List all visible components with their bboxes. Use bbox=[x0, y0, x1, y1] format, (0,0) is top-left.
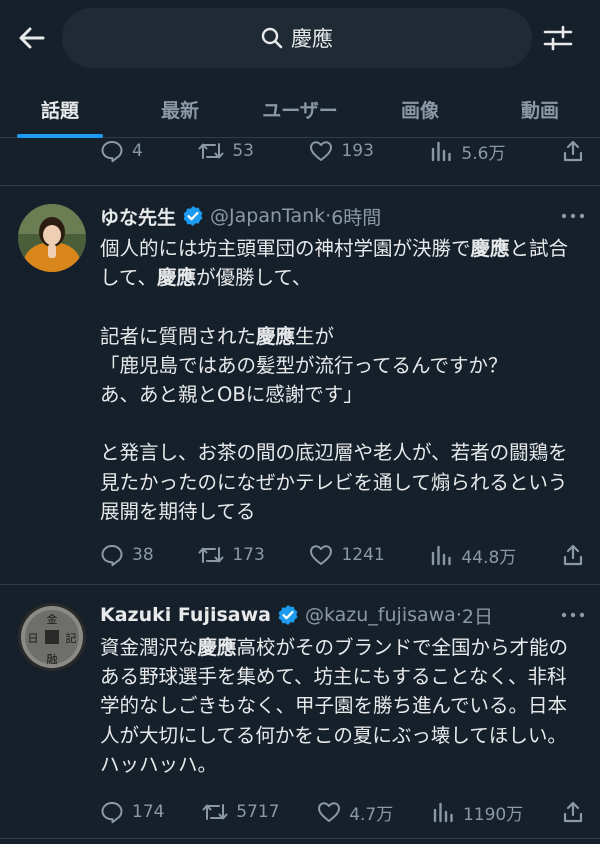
tweet-actions: 4 53 193 5.6万 bbox=[100, 136, 585, 166]
like-icon bbox=[310, 141, 333, 161]
like-button[interactable]: 4.7万 bbox=[317, 800, 393, 825]
highlighted-term: 慶應 bbox=[197, 636, 237, 659]
more-icon bbox=[561, 213, 585, 219]
share-button[interactable] bbox=[561, 139, 585, 163]
tab-label: 最新 bbox=[160, 99, 199, 122]
tweet-divider bbox=[0, 584, 600, 585]
reply-count: 38 bbox=[132, 545, 154, 566]
tab-label: 話題 bbox=[40, 99, 79, 122]
share-icon bbox=[563, 544, 583, 566]
views-button[interactable]: 44.8万 bbox=[429, 543, 516, 568]
svg-text:記: 記 bbox=[66, 631, 77, 645]
like-button[interactable]: 1241 bbox=[309, 543, 385, 567]
avatar[interactable]: 金 融 日 記 bbox=[18, 603, 86, 671]
verified-badge-icon bbox=[277, 604, 299, 626]
tweet-divider bbox=[0, 838, 600, 839]
svg-text:日: 日 bbox=[28, 632, 39, 645]
verified-badge-icon bbox=[182, 205, 204, 227]
active-tab-indicator bbox=[17, 134, 103, 138]
tweet-header: ゆな先生 @JapanTank · 6時間 bbox=[100, 200, 585, 232]
reply-count: 174 bbox=[132, 802, 165, 823]
search-tabs: 話題 最新 ユーザー 画像 動画 bbox=[0, 80, 600, 138]
retweet-icon bbox=[202, 804, 228, 821]
retweet-icon bbox=[198, 143, 224, 159]
like-count: 4.7万 bbox=[349, 804, 394, 825]
handle[interactable]: @JapanTank bbox=[210, 205, 325, 227]
like-count: 193 bbox=[341, 141, 374, 161]
tweet-text: 資金潤沢な慶應高校がそのブランドで全国から才能のある野球選手を集めて、坊主にもす… bbox=[100, 633, 585, 779]
back-button[interactable] bbox=[14, 20, 50, 56]
tab-label: 動画 bbox=[520, 99, 559, 122]
reply-button[interactable]: 4 bbox=[100, 139, 143, 163]
views-icon bbox=[432, 141, 452, 162]
tweet-text-segment: 資金潤沢な bbox=[100, 636, 198, 659]
handle[interactable]: @kazu_fujisawa bbox=[305, 604, 456, 626]
reply-icon bbox=[101, 141, 123, 163]
filter-icon bbox=[543, 25, 573, 51]
views-icon bbox=[433, 802, 453, 823]
tab-videos[interactable]: 動画 bbox=[480, 80, 600, 138]
reply-icon bbox=[101, 802, 123, 824]
tweet-actions: 174 5717 4.7万 1190万 bbox=[100, 797, 585, 827]
search-filter-button[interactable] bbox=[540, 20, 576, 56]
reply-button[interactable]: 38 bbox=[100, 543, 154, 567]
more-button[interactable] bbox=[561, 599, 585, 631]
retweet-button[interactable]: 53 bbox=[198, 139, 254, 163]
tab-latest[interactable]: 最新 bbox=[120, 80, 240, 138]
tweet-text-segment: 生が 「鹿児島ではあの髪型が流行ってるんですか？ あ、あと親とOBに感謝です」 … bbox=[100, 324, 568, 523]
display-name[interactable]: ゆな先生 bbox=[100, 203, 176, 230]
retweet-button[interactable]: 5717 bbox=[202, 800, 279, 824]
avatar[interactable] bbox=[18, 204, 86, 272]
more-icon bbox=[561, 612, 585, 618]
highlighted-term: 慶應 bbox=[256, 324, 296, 348]
reply-count: 4 bbox=[132, 141, 143, 161]
views-button[interactable]: 1190万 bbox=[431, 800, 523, 825]
search-icon bbox=[261, 27, 283, 49]
views-count: 1190万 bbox=[462, 804, 524, 825]
retweet-icon bbox=[198, 547, 224, 564]
share-icon bbox=[563, 801, 583, 823]
tab-users[interactable]: ユーザー bbox=[240, 80, 360, 138]
like-icon bbox=[318, 802, 341, 823]
views-icon bbox=[432, 545, 452, 566]
share-icon bbox=[563, 140, 583, 162]
tab-label: 画像 bbox=[400, 99, 439, 122]
more-button[interactable] bbox=[561, 200, 585, 232]
tab-trending[interactable]: 話題 bbox=[0, 80, 120, 138]
tweet-actions: 38 173 1241 44.8万 bbox=[100, 540, 585, 570]
highlighted-term: 慶應 bbox=[470, 237, 510, 260]
tab-images[interactable]: 画像 bbox=[360, 80, 480, 138]
like-button[interactable]: 193 bbox=[309, 139, 374, 163]
tab-label: ユーザー bbox=[262, 99, 338, 122]
retweet-count: 173 bbox=[232, 545, 265, 566]
views-count: 44.8万 bbox=[461, 547, 517, 568]
retweet-button[interactable]: 173 bbox=[198, 543, 265, 567]
retweet-count: 53 bbox=[232, 141, 254, 161]
reply-button[interactable]: 174 bbox=[100, 800, 164, 824]
like-icon bbox=[310, 545, 333, 566]
search-query: 慶應 bbox=[291, 27, 333, 51]
svg-text:融: 融 bbox=[47, 653, 58, 666]
timestamp[interactable]: 6時間 bbox=[331, 203, 381, 230]
tweet-text: 個人的には坊主頭軍団の神村学園が決勝で慶應と試合して、慶應が優勝して、 記者に質… bbox=[100, 234, 585, 526]
retweet-count: 5717 bbox=[236, 802, 280, 823]
search-input[interactable]: 慶應 bbox=[62, 8, 532, 68]
tweet-header: Kazuki Fujisawa @kazu_fujisawa · 2日 bbox=[100, 599, 585, 631]
back-arrow-icon bbox=[19, 27, 45, 49]
reply-icon bbox=[101, 545, 123, 567]
tweet-text-segment: 個人的には坊主頭軍団の神村学園が決勝で bbox=[100, 237, 471, 260]
svg-text:金: 金 bbox=[47, 612, 58, 626]
views-count: 5.6万 bbox=[461, 143, 506, 164]
display-name[interactable]: Kazuki Fujisawa bbox=[100, 604, 271, 626]
tweet-divider bbox=[0, 185, 600, 186]
highlighted-term: 慶應 bbox=[156, 266, 196, 290]
top-bar: 慶應 話題 最新 ユーザー 画像 動画 bbox=[0, 0, 600, 138]
views-button[interactable]: 5.6万 bbox=[429, 139, 505, 164]
share-button[interactable] bbox=[561, 543, 585, 567]
share-button[interactable] bbox=[561, 800, 585, 824]
like-count: 1241 bbox=[341, 545, 385, 566]
timestamp[interactable]: 2日 bbox=[462, 602, 493, 629]
